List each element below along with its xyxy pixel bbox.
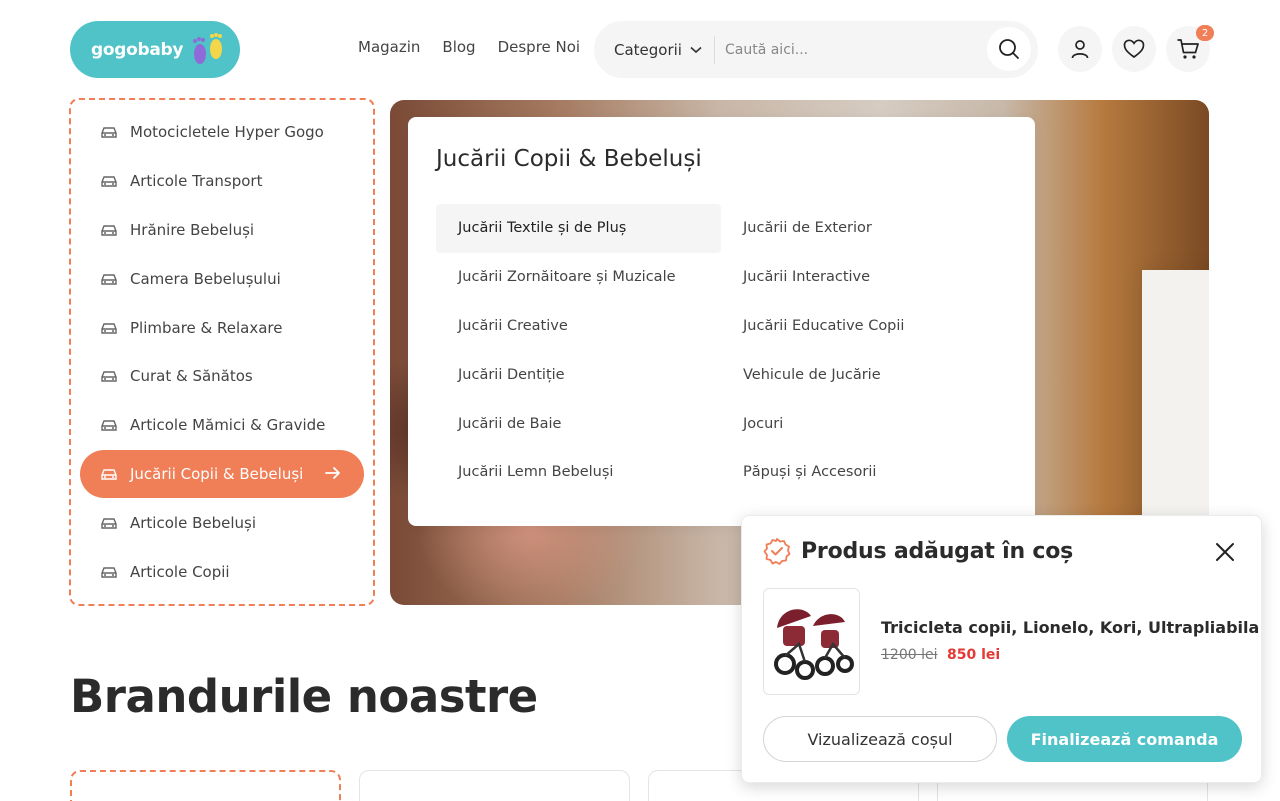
tricycle-image [773,608,854,680]
sidebar-item-label: Plimbare & Relaxare [130,318,283,337]
product-thumbnail [763,588,860,695]
sidebar-item-camera[interactable]: Camera Bebelușului [80,254,364,303]
mega-menu-item[interactable]: Jucării Interactive [721,253,1006,302]
car-icon [101,566,117,578]
nav-link-despre-noi[interactable]: Despre Noi [498,38,581,56]
logo-text: gogobaby [91,39,184,60]
car-icon [101,127,117,139]
user-icon [1071,40,1089,59]
sidebar-item-label: Motocicletele Hyper Gogo [130,123,324,142]
close-icon[interactable] [1214,541,1236,563]
sidebar-item-transport[interactable]: Articole Transport [80,157,364,206]
sidebar-item-hranire[interactable]: Hrănire Bebeluși [80,206,364,255]
logo[interactable]: gogobaby [70,21,240,78]
sidebar-item-mamici[interactable]: Articole Mămici & Gravide [80,401,364,450]
cart-added-popup: Produs adăugat în coș Tricicleta copii, … [741,515,1262,783]
check-badge-icon [763,538,791,565]
brand-card[interactable] [70,770,341,801]
wishlist-button[interactable] [1112,26,1156,72]
sidebar-item-jucarii[interactable]: Jucării Copii & Bebeluși [80,449,364,499]
mega-menu: Jucării Copii & Bebeluși Jucării Textile… [408,117,1035,526]
mega-menu-item[interactable]: Jucării Textile și de Pluș [436,204,721,253]
car-icon [101,176,117,187]
search-input[interactable] [714,41,965,58]
heart-icon [1123,39,1145,59]
cart-button[interactable]: 2 [1166,25,1214,72]
sidebar-item-bebelusi[interactable]: Articole Bebeluși [80,498,364,547]
mega-menu-item[interactable]: Jucării de Exterior [721,204,1006,253]
mega-menu-item[interactable]: Jucării Dentiție [436,350,721,399]
mega-menu-item[interactable]: Jucării de Baie [436,399,721,448]
category-dropdown[interactable]: Categorii [594,35,715,64]
nav-link-magazin[interactable]: Magazin [358,38,420,56]
checkout-button[interactable]: Finalizează comanda [1007,716,1242,762]
product-name[interactable]: Tricicleta copii, Lionelo, Kori, Ultrapl… [881,618,1259,637]
sidebar-item-label: Articole Bebeluși [130,513,256,532]
sidebar-item-label: Hrănire Bebeluși [130,220,255,239]
car-icon [101,371,117,383]
cart-count-badge: 2 [1196,25,1214,41]
product-sale-price: 850 lei [947,647,1001,663]
account-button[interactable] [1058,26,1102,72]
sidebar-item-label: Curat & Sănătos [130,367,253,386]
sidebar-item-motocicletele[interactable]: Motocicletele Hyper Gogo [80,108,364,157]
car-icon [101,420,117,431]
car-icon [101,274,117,285]
car-icon [101,469,117,480]
nav-link-blog[interactable]: Blog [442,38,475,56]
car-icon [101,225,117,236]
mega-menu-item[interactable]: Jocuri [721,399,1006,448]
sidebar-item-label: Jucării Copii & Bebeluși [130,464,304,483]
mega-menu-col-2: Jucării de Exterior Jucării Interactive … [721,204,1006,497]
search-bar: Categorii [594,21,1038,78]
product-old-price: 1200 lei [881,647,938,663]
mega-menu-col-1: Jucării Textile și de Pluș Jucării Zornă… [436,204,721,497]
cart-icon [1177,39,1199,59]
sidebar-item-copii[interactable]: Articole Copii [80,547,364,596]
sidebar-item-plimbare[interactable]: Plimbare & Relaxare [80,303,364,352]
mega-menu-item[interactable]: Jucării Lemn Bebeluși [436,448,721,497]
popup-header: Produs adăugat în coș [763,537,1073,565]
chevron-down-icon [690,46,702,53]
car-icon [101,518,117,529]
sidebar-item-label: Articole Mămici & Gravide [130,416,326,435]
mega-menu-item[interactable]: Jucării Zornăitoare și Muzicale [436,253,721,302]
car-icon [101,322,117,334]
category-dropdown-label: Categorii [614,40,682,59]
view-cart-button[interactable]: Vizualizează coșul [763,716,997,762]
search-icon [999,39,1019,59]
popup-title: Produs adăugat în coș [801,538,1074,564]
mega-menu-item[interactable]: Jucării Educative Copii [721,302,1006,351]
mega-menu-title: Jucării Copii & Bebeluși [436,146,702,172]
category-sidebar: Motocicletele Hyper Gogo Articole Transp… [69,98,375,606]
mega-menu-item[interactable]: Vehicule de Jucărie [721,350,1006,399]
arrow-right-icon [325,466,340,479]
sidebar-item-label: Articole Transport [130,172,263,191]
sidebar-item-label: Camera Bebelușului [130,269,281,288]
sidebar-item-curat[interactable]: Curat & Sănătos [80,352,364,401]
brand-card[interactable] [359,770,630,801]
mega-menu-item[interactable]: Păpuși și Accesorii [721,448,1006,497]
brands-heading: Brandurile noastre [70,670,538,723]
search-button[interactable] [987,27,1031,71]
mega-menu-item[interactable]: Jucării Creative [436,302,721,351]
sidebar-item-label: Articole Copii [130,562,230,581]
feet-icon [193,32,223,64]
main-nav: Magazin Blog Despre Noi [358,38,580,56]
